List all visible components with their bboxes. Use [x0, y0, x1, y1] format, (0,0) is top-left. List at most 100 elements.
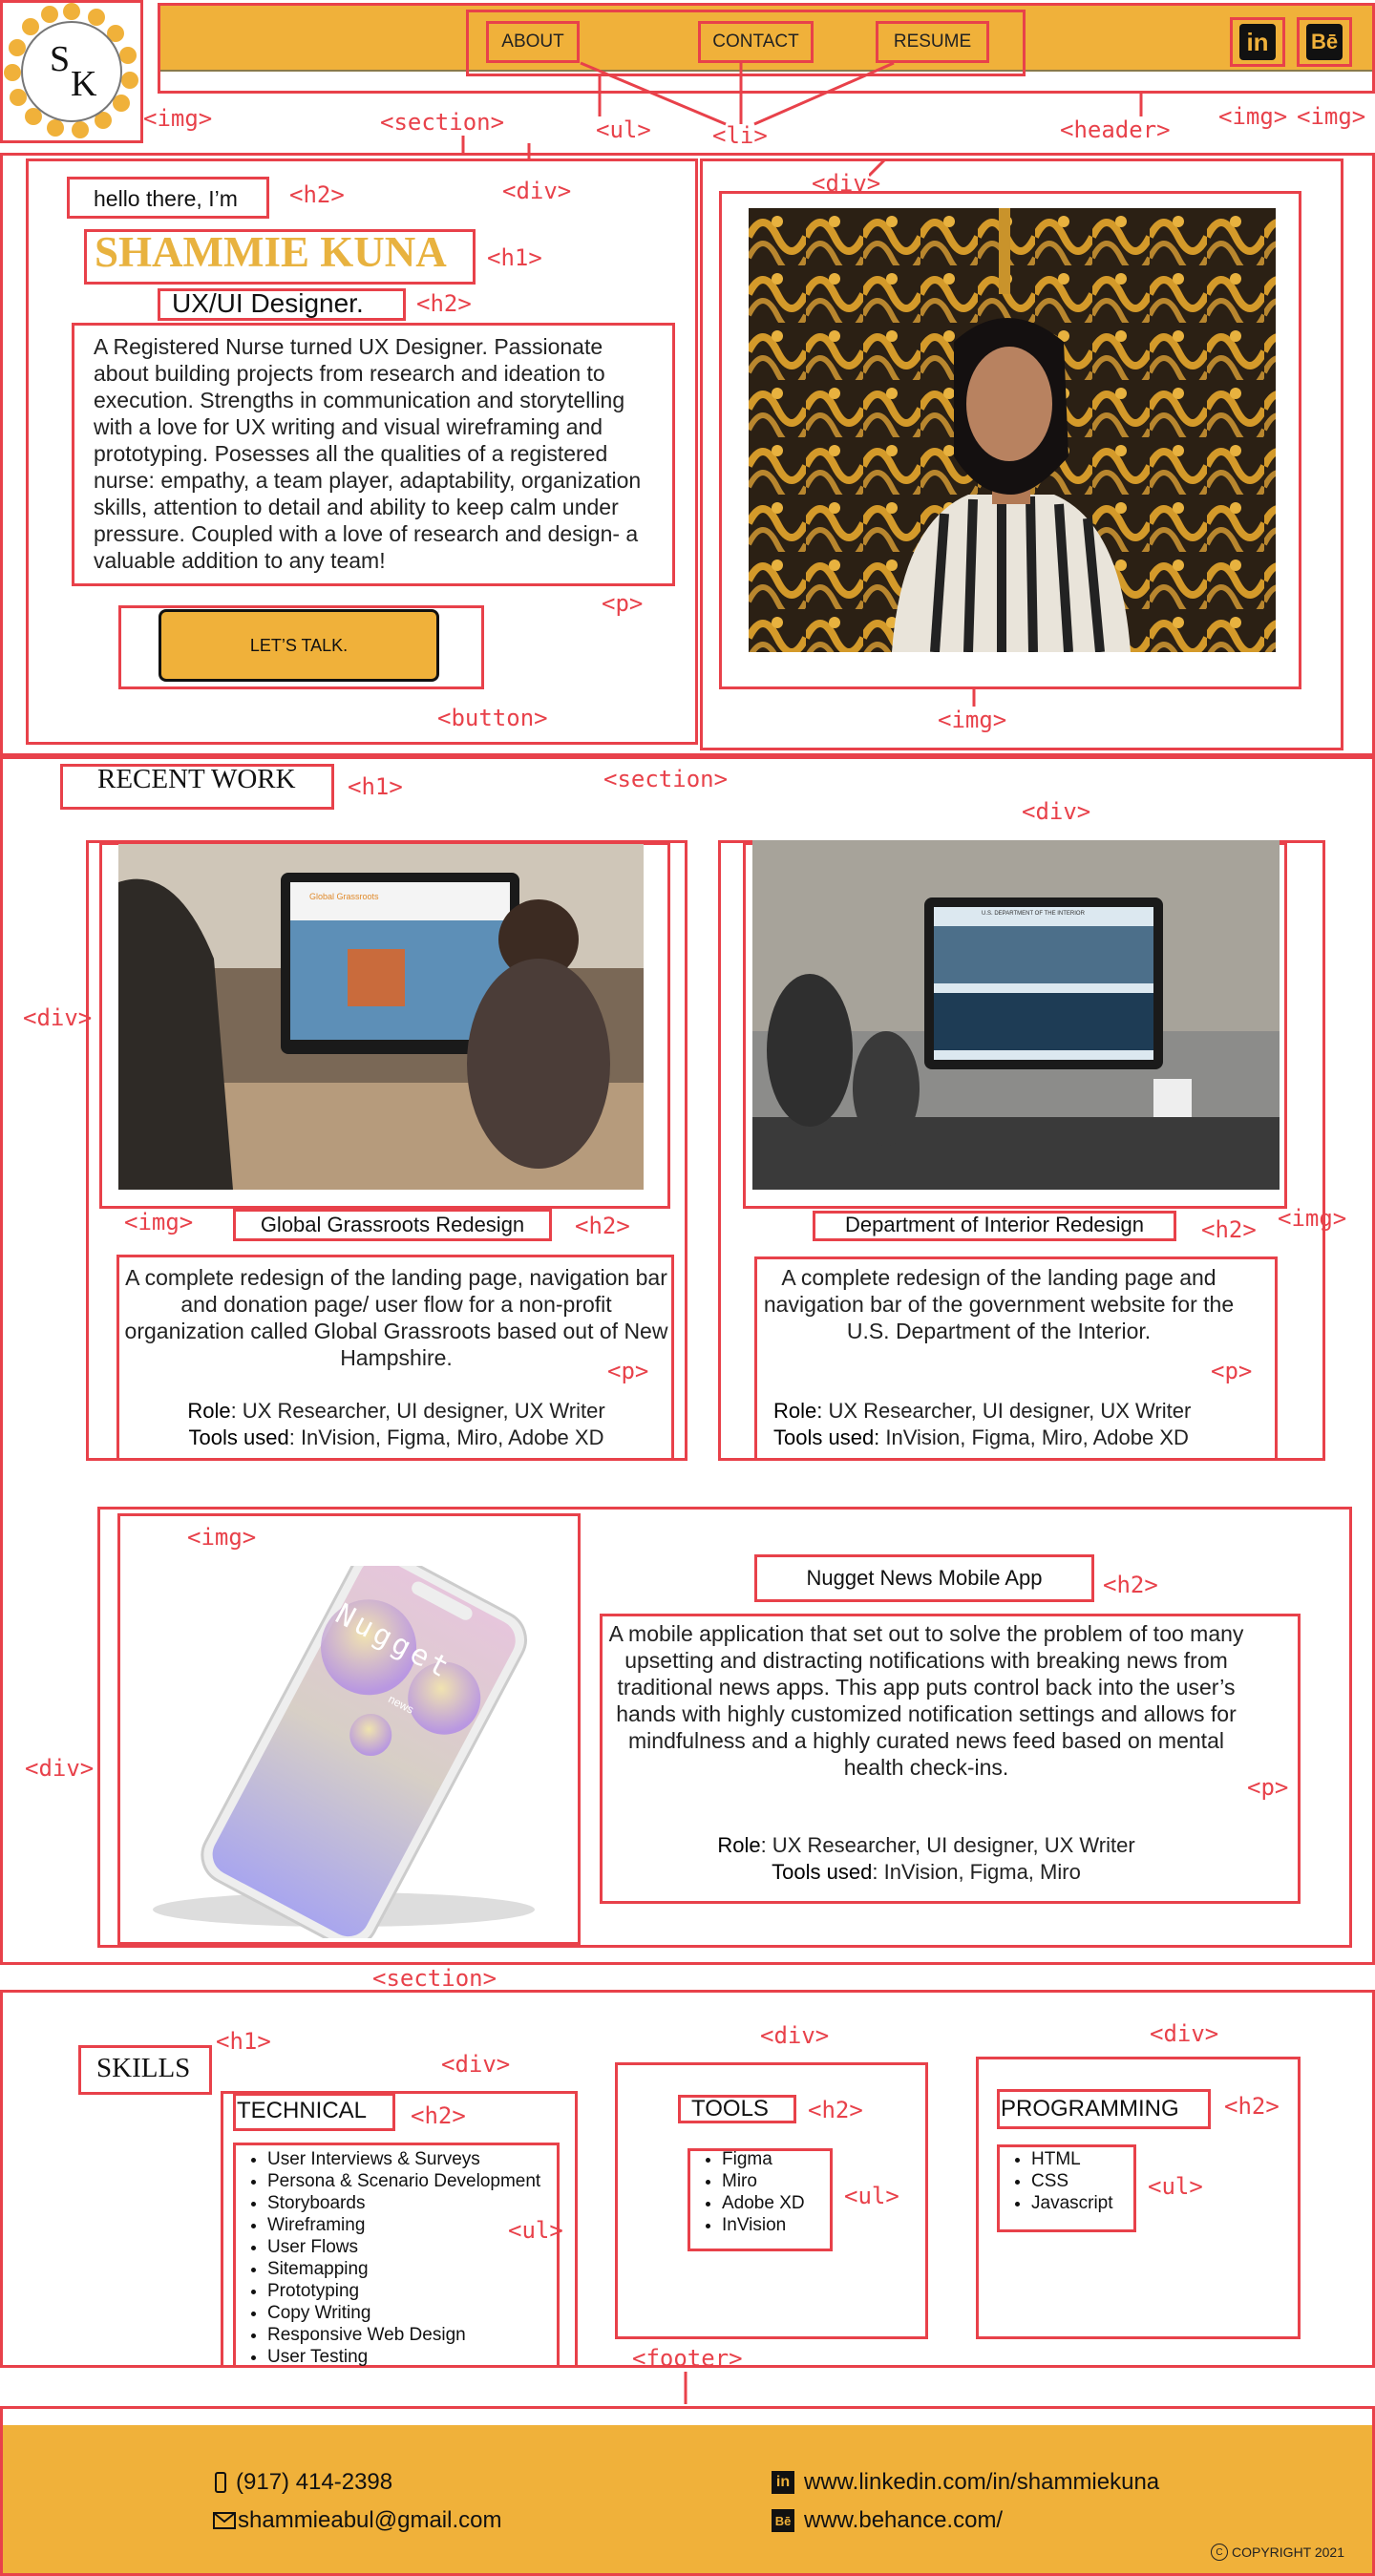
footer-phone-text: (917) 414-2398	[236, 2469, 393, 2495]
tools-item: Adobe XD	[722, 2192, 838, 2214]
tools-item: Miro	[722, 2170, 838, 2192]
photo-div-connector	[869, 158, 888, 178]
footer-phone[interactable]: (917) 414-2398	[215, 2469, 392, 2496]
programming-title: PROGRAMMING	[1001, 2096, 1179, 2122]
tag-img-nugget: <img>	[187, 1524, 257, 1551]
project-gg-image[interactable]: Global Grassroots	[118, 844, 644, 1190]
skills-heading: SKILLS	[96, 2053, 191, 2083]
project-doi-tools-label: Tools used:	[773, 1425, 880, 1449]
tag-div-hero-text: <div>	[502, 178, 572, 204]
tools-title: TOOLS	[691, 2096, 769, 2122]
tag-img-portrait: <img>	[938, 707, 1007, 733]
project-doi-role: UX Researcher, UI designer, UX Writer	[822, 1399, 1192, 1423]
project-gg-meta: Role: UX Researcher, UI designer, UX Wri…	[124, 1398, 668, 1451]
tag-button-cta: <button>	[437, 705, 548, 731]
project-nugget-tools-label: Tools used	[772, 1860, 873, 1884]
technical-item: Storyboards	[267, 2192, 565, 2214]
hero-bio: A Registered Nurse turned UX Designer. P…	[94, 334, 642, 573]
greeting-text: hello there, I’m	[94, 186, 238, 211]
project-nugget-tools: : InVision, Figma, Miro	[872, 1860, 1081, 1884]
technical-list: User Interviews & SurveysPersona & Scena…	[241, 2148, 565, 2368]
tag-img-linkedin: <img>	[1218, 103, 1288, 130]
project-doi-screen-title: U.S. DEPARTMENT OF THE INTERIOR	[982, 911, 1085, 917]
project-doi-title: Department of Interior Redesign	[844, 1213, 1145, 1236]
project-nugget-role: : UX Researcher, UI designer, UX Writer	[760, 1833, 1135, 1857]
tag-img-behance: <img>	[1297, 103, 1366, 130]
footer-linkedin-text: www.linkedin.com/in/shammiekuna	[804, 2469, 1160, 2495]
tag-section-hero: <section>	[380, 109, 505, 136]
technical-item: User Interviews & Surveys	[267, 2148, 565, 2170]
project-nugget-role-line: Role: UX Researcher, UI designer, UX Wri…	[603, 1832, 1249, 1859]
tag-h1-name: <h1>	[487, 244, 542, 271]
tag-div-gg: <div>	[23, 1004, 93, 1031]
tag-h2-role: <h2>	[416, 290, 472, 317]
tag-h2-tools: <h2>	[808, 2097, 863, 2123]
project-gg-role-label: Role	[187, 1399, 231, 1423]
tag-img-gg: <img>	[124, 1209, 194, 1235]
technical-item: Sitemapping	[267, 2258, 565, 2280]
footer-background	[3, 2425, 1372, 2573]
tag-p-gg: <p>	[607, 1358, 649, 1384]
technical-item: Prototyping	[267, 2280, 565, 2302]
project-doi-image[interactable]: U.S. DEPARTMENT OF THE INTERIOR	[752, 840, 1280, 1190]
footer-email-text: shammieabul@gmail.com	[238, 2507, 502, 2533]
tag-section-recent: <section>	[603, 766, 729, 792]
hero-role: UX/UI Designer.	[172, 288, 364, 318]
project-nugget-title: Nugget News Mobile App	[806, 1566, 1043, 1590]
tag-div-technical: <div>	[441, 2051, 511, 2078]
lets-talk-button[interactable]: LET’S TALK.	[159, 609, 439, 682]
programming-list: HTMLCSSJavascript	[1005, 2148, 1138, 2214]
tag-h1-skills: <h1>	[216, 2028, 271, 2055]
hero-name: SHAMMIE KUNA	[95, 228, 447, 276]
programming-item: HTML	[1031, 2148, 1138, 2170]
phone-icon	[215, 2472, 226, 2493]
tag-li-nav: <li>	[712, 122, 768, 149]
project-doi-tools-line: Tools used: InVision, Figma, Miro, Adobe…	[773, 1425, 1270, 1451]
tag-h1-recent: <h1>	[348, 773, 403, 800]
tag-div-recent: <div>	[1022, 798, 1091, 825]
tag-div-tools: <div>	[760, 2022, 830, 2049]
tag-h2-programming: <h2>	[1224, 2093, 1280, 2120]
tag-img-logo: <img>	[143, 105, 213, 132]
tag-ul-technical: <ul>	[508, 2217, 563, 2244]
project-gg-screen-title: Global Grassroots	[309, 892, 379, 901]
technical-item: User Testing	[267, 2346, 565, 2368]
tag-h2-technical: <h2>	[411, 2102, 466, 2129]
programming-item: CSS	[1031, 2170, 1138, 2192]
tools-list: FigmaMiroAdobe XDInVision	[695, 2148, 838, 2236]
project-gg-description: A complete redesign of the landing page,…	[124, 1265, 668, 1370]
tag-section-skills: <section>	[372, 1965, 497, 1992]
project-nugget-description: A mobile application that set out to sol…	[608, 1621, 1244, 1780]
footer-email[interactable]: shammieabul@gmail.com	[213, 2507, 501, 2534]
tag-img-doi: <img>	[1278, 1205, 1347, 1232]
footer-behance[interactable]: Bē www.behance.com/	[772, 2507, 1003, 2534]
tag-h2-nugget: <h2>	[1103, 1572, 1158, 1598]
project-gg-role-line: Role: UX Researcher, UI designer, UX Wri…	[124, 1398, 668, 1425]
footer-copyright: C COPYRIGHT 2021	[1211, 2544, 1344, 2561]
tools-item: Figma	[722, 2148, 838, 2170]
tag-div-nugget: <div>	[25, 1755, 95, 1782]
footer-linkedin[interactable]: in www.linkedin.com/in/shammiekuna	[772, 2469, 1159, 2496]
project-doi-role-line: Role: UX Researcher, UI designer, UX Wri…	[773, 1398, 1270, 1425]
tag-ul-tools: <ul>	[844, 2183, 899, 2209]
tag-h2-gg: <h2>	[575, 1213, 630, 1239]
project-nugget-tools-line: Tools used: InVision, Figma, Miro	[603, 1859, 1249, 1886]
tag-footer: <footer>	[632, 2345, 743, 2372]
tag-ul-nav: <ul>	[596, 116, 651, 143]
project-doi-tools: InVision, Figma, Miro, Adobe XD	[879, 1425, 1189, 1449]
tag-ul-programming: <ul>	[1148, 2173, 1203, 2200]
project-nugget-role-label: Role	[717, 1833, 761, 1857]
technical-item: Persona & Scenario Development	[267, 2170, 565, 2192]
footer-connector	[684, 2372, 688, 2404]
project-nugget-image[interactable]: Nugget news	[124, 1547, 573, 1949]
footer-behance-icon: Bē	[772, 2509, 794, 2532]
recent-work-heading: RECENT WORK	[97, 764, 296, 794]
tag-h2-doi: <h2>	[1201, 1216, 1257, 1243]
tools-item: InVision	[722, 2214, 838, 2236]
project-doi-description: A complete redesign of the landing page …	[763, 1265, 1235, 1343]
mail-icon	[213, 2512, 236, 2529]
project-gg-tools: : InVision, Figma, Miro, Adobe XD	[288, 1425, 604, 1449]
footer-behance-text: www.behance.com/	[804, 2507, 1004, 2533]
footer-copyright-text: COPYRIGHT 2021	[1232, 2544, 1345, 2560]
project-nugget-meta: Role: UX Researcher, UI designer, UX Wri…	[603, 1832, 1249, 1886]
